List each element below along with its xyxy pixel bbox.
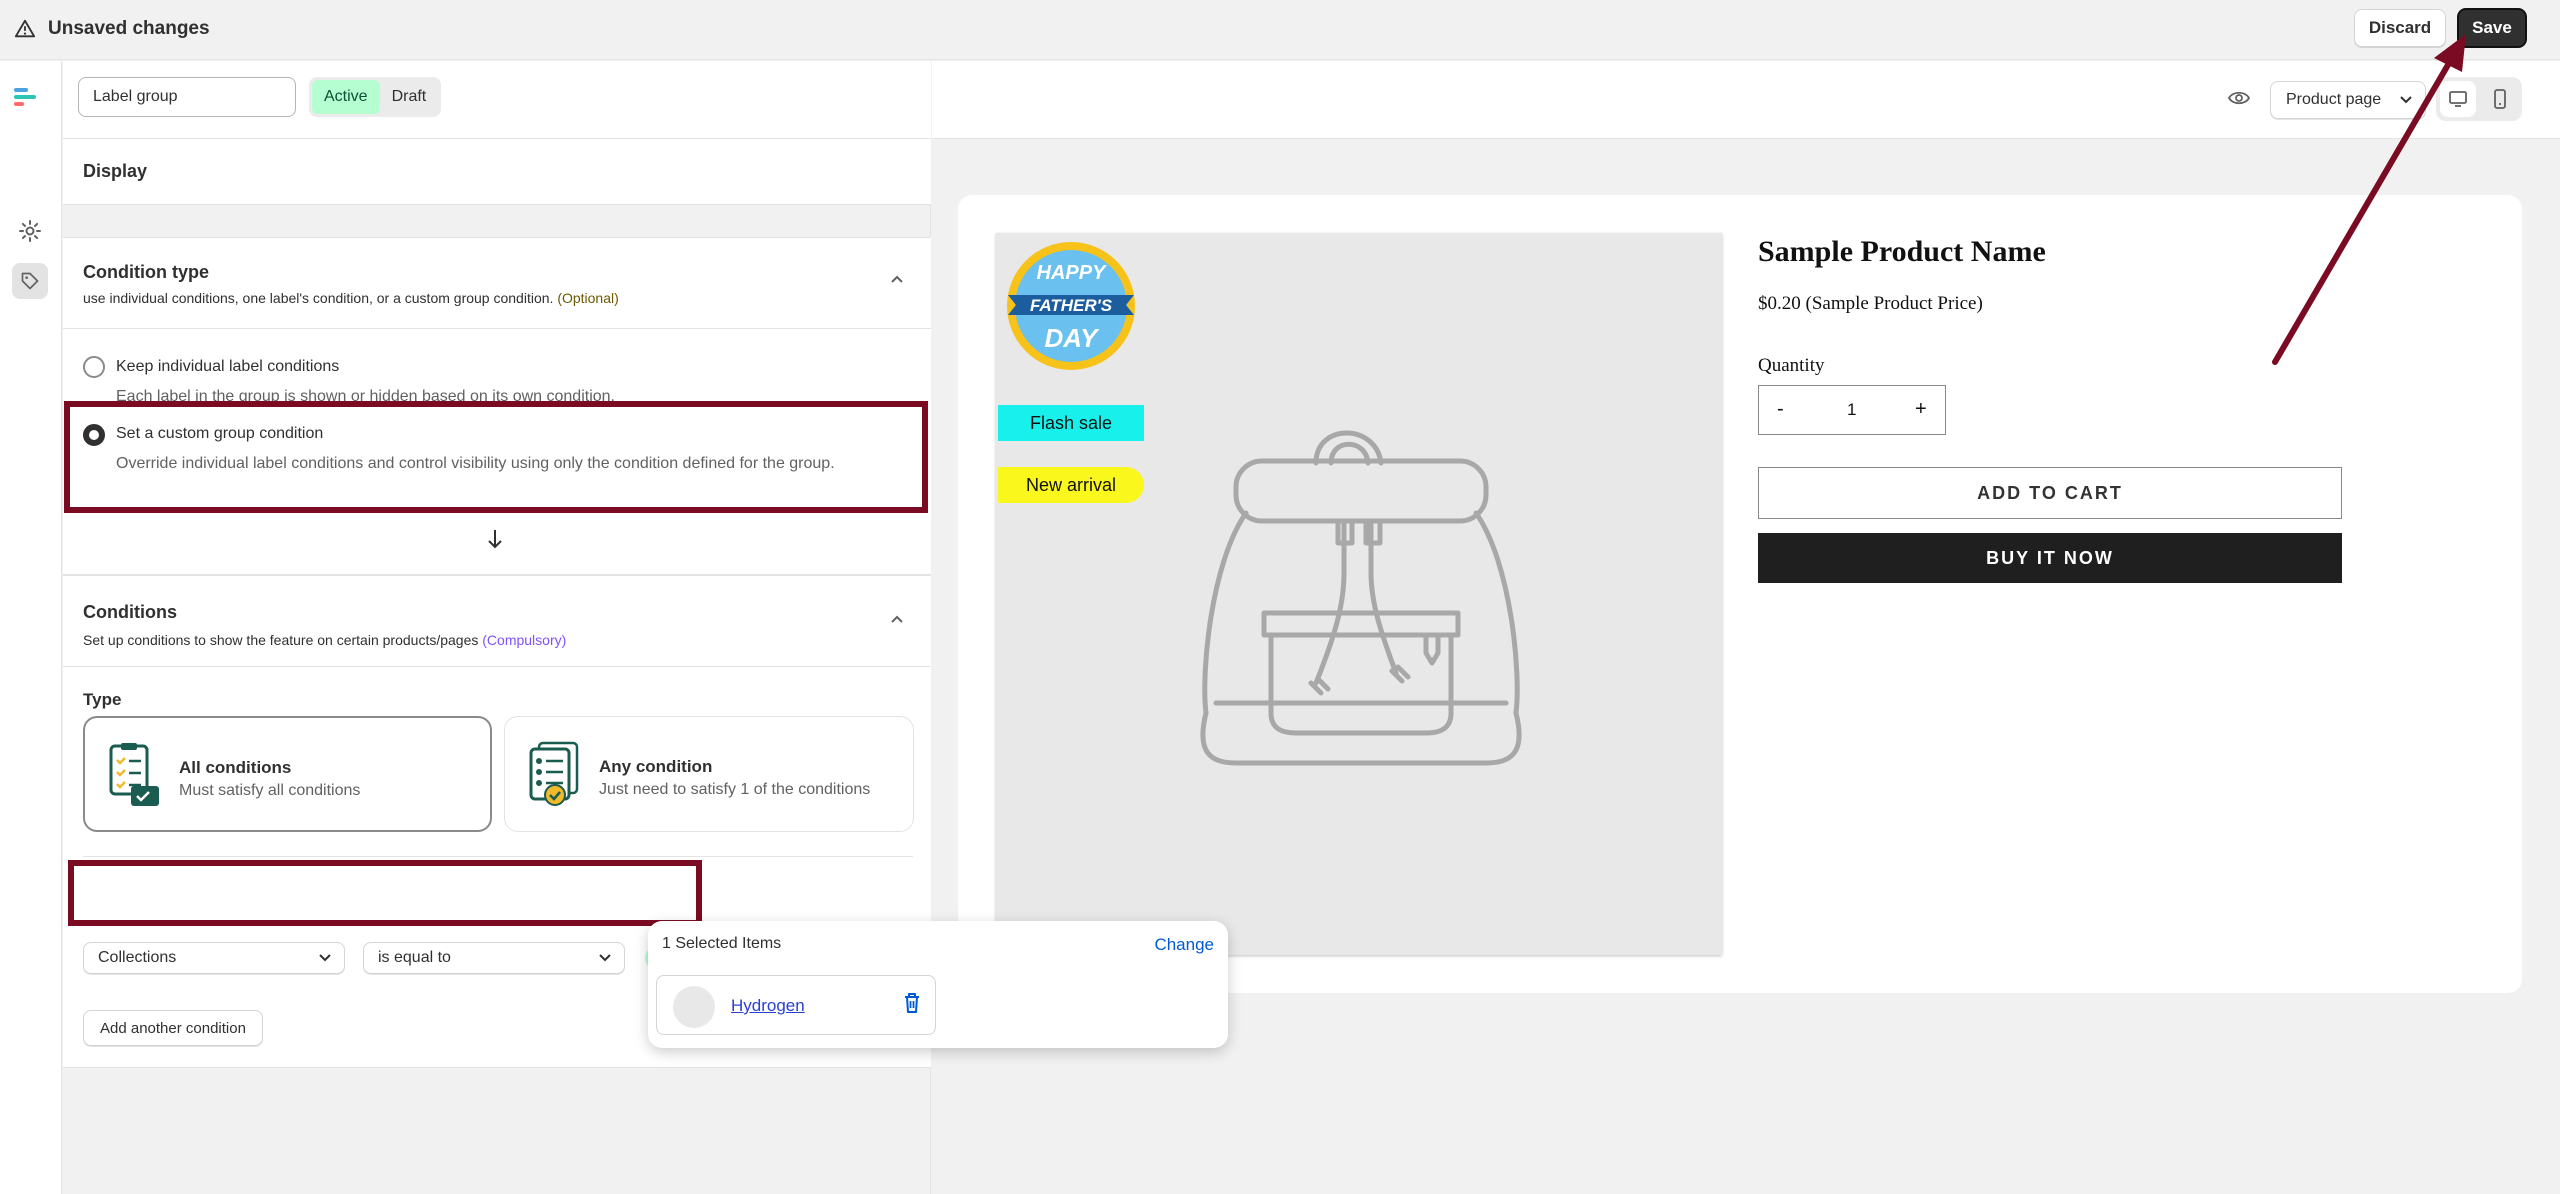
- chevron-down-icon: [599, 954, 611, 962]
- product-image: HAPPY FATHER'S DAY Flash sale New arriva…: [996, 233, 1722, 955]
- panel-header: Active Draft: [63, 61, 931, 139]
- display-section[interactable]: Display: [63, 139, 931, 205]
- all-conditions-title: All conditions: [179, 758, 292, 777]
- page-type-select[interactable]: Product page: [2270, 81, 2426, 119]
- any-condition-title: Any condition: [599, 757, 713, 776]
- any-condition-desc: Just need to satisfy 1 of the conditions: [599, 781, 871, 798]
- conditions-title: Conditions: [83, 602, 177, 622]
- condition-type-subtitle: use individual conditions, one label's c…: [83, 290, 619, 306]
- eye-icon[interactable]: [2228, 89, 2250, 107]
- option-keep-individual-label: Keep individual label conditions: [116, 358, 340, 375]
- device-toggle: [2436, 77, 2522, 121]
- chevron-down-icon: [2400, 96, 2412, 104]
- highlight-box-custom-condition: [64, 401, 928, 513]
- qty-plus-button[interactable]: +: [1915, 398, 1927, 421]
- arrow-down-icon: [488, 530, 502, 549]
- desktop-view-button[interactable]: [2440, 81, 2476, 117]
- warning-icon: [14, 19, 36, 38]
- add-to-cart-button[interactable]: ADD TO CART: [1758, 467, 2342, 519]
- tag-nav-button[interactable]: [12, 263, 48, 299]
- mobile-icon: [2494, 89, 2506, 109]
- status-active[interactable]: Active: [312, 80, 380, 114]
- all-conditions-desc: Must satisfy all conditions: [179, 782, 361, 799]
- optional-tag: (Optional): [557, 290, 619, 306]
- display-label: Display: [83, 161, 148, 181]
- preview-toolbar: Product page: [932, 61, 2560, 139]
- change-link[interactable]: Change: [1154, 935, 1214, 955]
- tag-icon: [21, 272, 39, 290]
- conditions-subtitle: Set up conditions to show the feature on…: [83, 632, 567, 648]
- mobile-view-button[interactable]: [2482, 81, 2518, 117]
- divider: [63, 666, 931, 667]
- type-any-condition[interactable]: Any condition Just need to satisfy 1 of …: [504, 716, 914, 832]
- chevron-down-icon: [319, 954, 331, 962]
- quantity-stepper: - 1 +: [1758, 385, 1946, 435]
- status-draft[interactable]: Draft: [380, 80, 439, 114]
- item-link[interactable]: Hydrogen: [731, 996, 805, 1016]
- highlight-box-condition-row: [68, 860, 702, 926]
- add-another-condition-button[interactable]: Add another condition: [83, 1010, 263, 1046]
- badge-text-happy: HAPPY: [1037, 262, 1108, 284]
- badge-text-fathers: FATHER'S: [1030, 296, 1113, 315]
- app-logo-icon: [14, 88, 36, 106]
- product-price: $0.20 (Sample Product Price): [1758, 293, 1983, 314]
- operator-select[interactable]: is equal to: [363, 942, 625, 974]
- fathers-day-badge: HAPPY FATHER'S DAY: [1007, 242, 1135, 370]
- condition-type-title: Condition type: [83, 262, 209, 282]
- backpack-icon: [1200, 430, 1522, 766]
- trash-icon[interactable]: [903, 992, 921, 1014]
- selected-item: Hydrogen: [656, 975, 936, 1035]
- status-toggle: Active Draft: [309, 77, 442, 117]
- product-preview-card: HAPPY FATHER'S DAY Flash sale New arriva…: [958, 195, 2522, 993]
- flash-sale-label: Flash sale: [998, 405, 1144, 441]
- selected-items-popover: 1 Selected Items Change Hydrogen: [648, 921, 1228, 1048]
- field-select[interactable]: Collections: [83, 942, 345, 974]
- type-label: Type: [83, 690, 122, 709]
- selected-items-count: 1 Selected Items: [662, 935, 782, 952]
- product-name: Sample Product Name: [1758, 235, 2046, 268]
- gear-icon[interactable]: [18, 219, 42, 243]
- new-arrival-label: New arrival: [998, 467, 1144, 503]
- top-bar: Unsaved changes Discard Save: [0, 0, 2560, 60]
- desktop-icon: [2449, 91, 2467, 107]
- compulsory-tag: (Compulsory): [482, 632, 567, 648]
- divider: [83, 856, 913, 857]
- qty-minus-button[interactable]: -: [1777, 398, 1784, 421]
- discard-button[interactable]: Discard: [2354, 9, 2446, 47]
- radio-keep-individual[interactable]: [83, 356, 105, 378]
- save-button[interactable]: Save: [2457, 8, 2527, 48]
- buy-it-now-button[interactable]: BUY IT NOW: [1758, 533, 2342, 583]
- chevron-up-icon[interactable]: [889, 272, 905, 288]
- quantity-label: Quantity: [1758, 355, 1825, 376]
- item-thumbnail: [673, 986, 715, 1028]
- badge-text-day: DAY: [1045, 323, 1101, 353]
- group-name-input[interactable]: [78, 77, 296, 117]
- left-rail: [0, 61, 62, 1194]
- chevron-up-icon[interactable]: [889, 612, 905, 628]
- checklist-icon: [529, 741, 579, 806]
- qty-value[interactable]: 1: [1847, 400, 1856, 420]
- divider: [63, 328, 931, 329]
- unsaved-changes-title: Unsaved changes: [48, 18, 210, 39]
- checklist-icon: [109, 743, 159, 806]
- type-all-conditions[interactable]: All conditions Must satisfy all conditio…: [83, 716, 492, 832]
